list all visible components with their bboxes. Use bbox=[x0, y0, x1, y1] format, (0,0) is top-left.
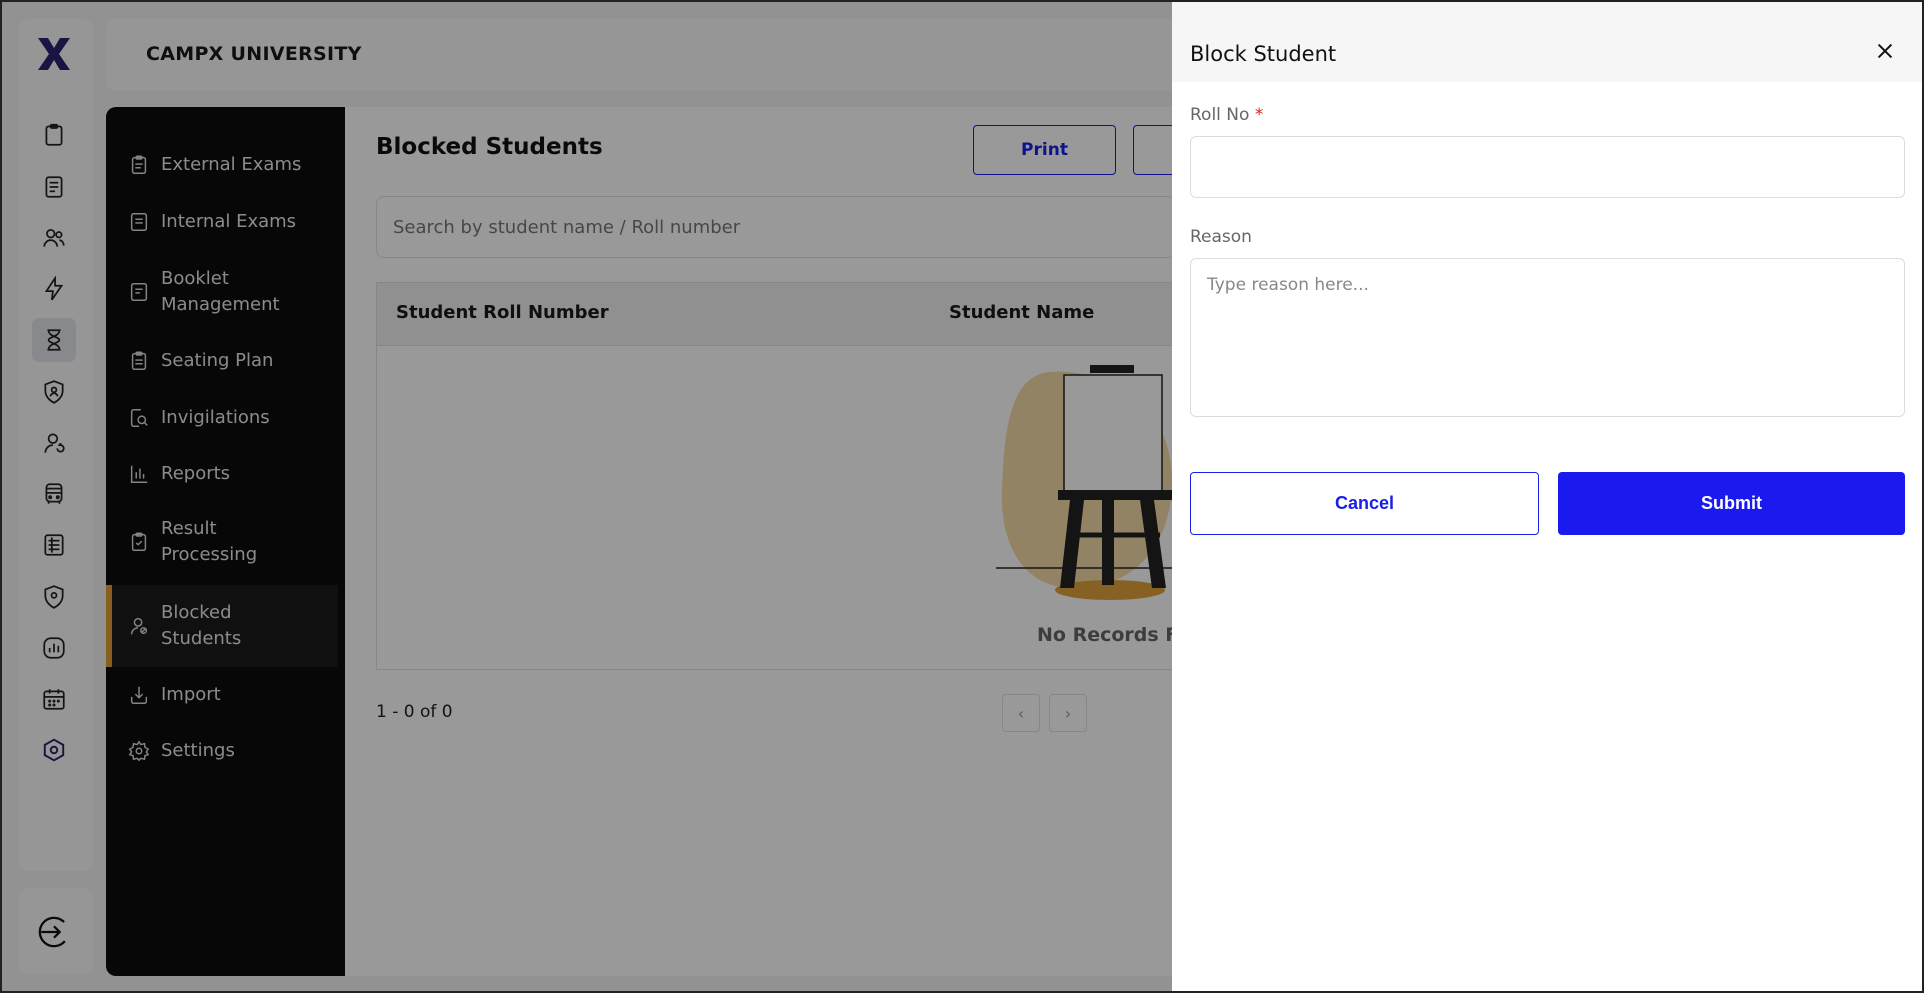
close-icon[interactable] bbox=[1870, 36, 1900, 66]
submit-button[interactable]: Submit bbox=[1558, 472, 1905, 535]
reason-label: Reason bbox=[1190, 227, 1252, 247]
drawer-title: Block Student bbox=[1190, 42, 1337, 66]
required-marker: * bbox=[1254, 105, 1264, 125]
cancel-button[interactable]: Cancel bbox=[1190, 472, 1539, 535]
roll-no-input[interactable] bbox=[1190, 136, 1905, 198]
reason-textarea[interactable]: Type reason here... bbox=[1190, 258, 1905, 417]
modal-backdrop[interactable] bbox=[0, 0, 1172, 993]
roll-no-label-text: Roll No bbox=[1190, 105, 1250, 125]
drawer-header bbox=[1172, 0, 1924, 82]
roll-no-label: Roll No * bbox=[1190, 105, 1263, 125]
